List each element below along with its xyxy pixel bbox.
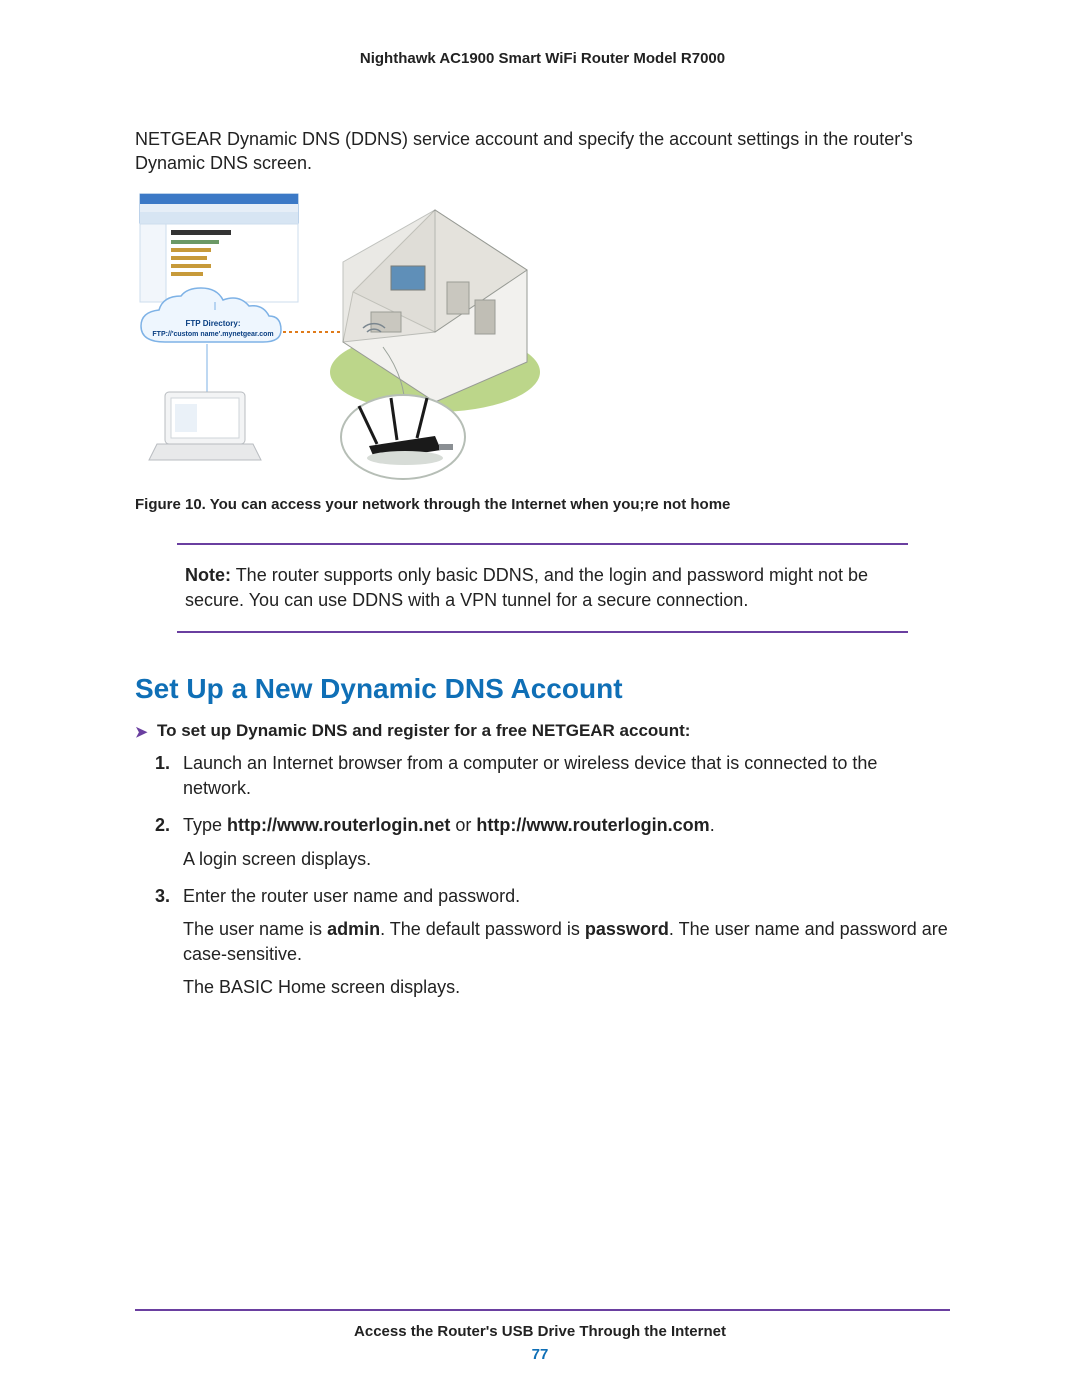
- laptop-icon: [149, 392, 261, 460]
- step-2: 2. Type http://www.routerlogin.net or ht…: [183, 813, 950, 871]
- note-rule-top: [177, 543, 908, 545]
- note-text: The router supports only basic DDNS, and…: [185, 565, 868, 610]
- step-1: 1. Launch an Internet browser from a com…: [183, 751, 950, 801]
- procedure-arrow-icon: ➤: [135, 723, 148, 741]
- cloud-label-2: FTP://'custom name'.mynetgear.com: [152, 331, 273, 338]
- note-block: Note: The router supports only basic DDN…: [177, 543, 908, 633]
- note-label: Note:: [185, 565, 231, 585]
- network-diagram-illustration: FTP Directory: FTP://'custom name'.mynet…: [135, 192, 545, 482]
- page-footer: Access the Router's USB Drive Through th…: [0, 1309, 1080, 1363]
- figure-10: FTP Directory: FTP://'custom name'.mynet…: [135, 192, 950, 513]
- footer-title: Access the Router's USB Drive Through th…: [0, 1323, 1080, 1340]
- procedure-title: ➤ To set up Dynamic DNS and register for…: [135, 721, 950, 741]
- step-3-detail-1: The user name is admin. The default pass…: [183, 917, 950, 967]
- figure-caption: Figure 10. You can access your network t…: [135, 496, 950, 513]
- step-3: 3. Enter the router user name and passwo…: [183, 884, 950, 1001]
- procedure-steps: 1. Launch an Internet browser from a com…: [135, 751, 950, 1001]
- page-number: 77: [0, 1346, 1080, 1363]
- step-3-detail-2: The BASIC Home screen displays.: [183, 975, 950, 1000]
- footer-rule: [135, 1309, 950, 1311]
- intro-paragraph: NETGEAR Dynamic DNS (DDNS) service accou…: [135, 127, 950, 176]
- note-rule-bottom: [177, 631, 908, 633]
- section-heading: Set Up a New Dynamic DNS Account: [135, 673, 950, 705]
- running-head: Nighthawk AC1900 Smart WiFi Router Model…: [135, 50, 950, 67]
- step-2-result: A login screen displays.: [183, 847, 950, 872]
- cloud-label-1: FTP Directory:: [186, 319, 241, 328]
